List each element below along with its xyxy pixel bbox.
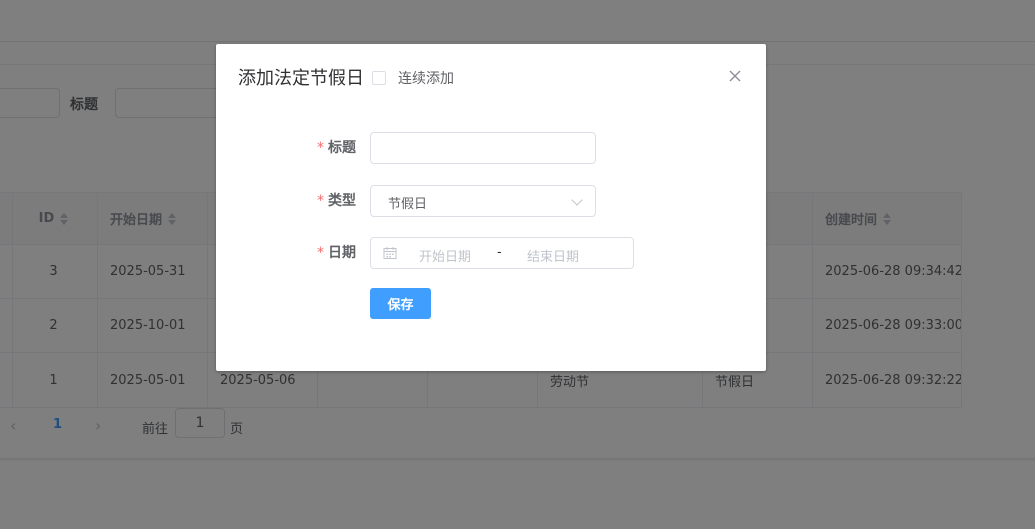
add-holiday-dialog: 添加法定节假日 连续添加 * 标题 * 类型 节假日 * 日期 开始日期 - 结… xyxy=(216,44,766,371)
continuous-add-checkbox[interactable] xyxy=(372,71,386,85)
close-icon[interactable] xyxy=(726,67,744,85)
type-select-value: 节假日 xyxy=(388,197,428,212)
form-label-type: * 类型 xyxy=(216,190,356,210)
calendar-icon xyxy=(383,247,397,259)
type-select[interactable]: 节假日 xyxy=(370,185,596,217)
required-mark: * xyxy=(317,140,324,156)
start-date-placeholder[interactable]: 开始日期 xyxy=(419,246,471,265)
title-label-text: 标题 xyxy=(328,140,356,156)
chevron-down-icon xyxy=(571,194,583,206)
range-separator: - xyxy=(497,245,502,260)
date-range-picker[interactable]: 开始日期 - 结束日期 xyxy=(370,237,634,269)
continuous-add-option[interactable]: 连续添加 xyxy=(372,68,454,88)
dialog-title: 添加法定节假日 xyxy=(238,68,364,89)
form-label-title: * 标题 xyxy=(216,137,356,157)
date-label-text: 日期 xyxy=(328,245,356,261)
title-input[interactable] xyxy=(370,132,596,164)
required-mark: * xyxy=(317,193,324,209)
type-label-text: 类型 xyxy=(328,193,356,209)
form-label-date: * 日期 xyxy=(216,242,356,262)
end-date-placeholder[interactable]: 结束日期 xyxy=(527,246,579,265)
continuous-add-label[interactable]: 连续添加 xyxy=(398,68,454,88)
save-button[interactable]: 保存 xyxy=(370,288,431,319)
required-mark: * xyxy=(317,245,324,261)
